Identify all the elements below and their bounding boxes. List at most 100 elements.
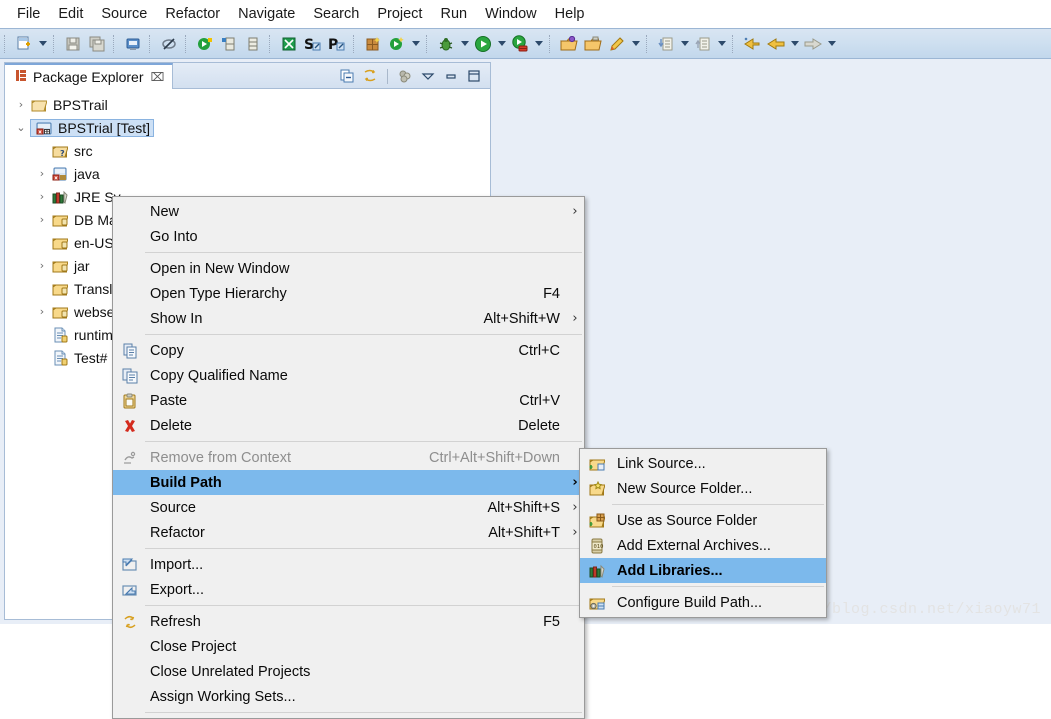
- mark-occurrences-icon[interactable]: [158, 33, 180, 55]
- chevron-down-icon[interactable]: [495, 34, 508, 54]
- tree-item[interactable]: › x java: [6, 162, 489, 185]
- tree-item[interactable]: ? src: [6, 139, 489, 162]
- class-icon[interactable]: [242, 33, 264, 55]
- menubar-item-search[interactable]: Search: [304, 4, 368, 24]
- close-icon[interactable]: ⌧: [151, 70, 165, 84]
- package-icon[interactable]: [218, 33, 240, 55]
- chevron-down-icon[interactable]: [458, 34, 471, 54]
- minimize-icon[interactable]: [441, 66, 461, 86]
- tree-expander-icon[interactable]: ›: [34, 213, 50, 226]
- chevron-down-icon[interactable]: [715, 34, 728, 54]
- chevron-down-icon[interactable]: [36, 34, 49, 54]
- menu-separator: [145, 252, 582, 253]
- menubar-item-source[interactable]: Source: [92, 4, 156, 24]
- submenu-item-configure-build-path[interactable]: Configure Build Path...: [580, 590, 826, 615]
- tree-item[interactable]: ⌄ x BPSTrial [Test]: [6, 116, 489, 139]
- menubar-item-help[interactable]: Help: [546, 4, 594, 24]
- chevron-down-icon[interactable]: [678, 34, 691, 54]
- menu-item-import[interactable]: Import...: [113, 552, 584, 577]
- menu-item-copy[interactable]: Copy Ctrl+C: [113, 338, 584, 363]
- copy-qualified-icon: [115, 368, 145, 384]
- menu-item-paste[interactable]: Paste Ctrl+V: [113, 388, 584, 413]
- submenu-item-add-libraries[interactable]: Add Libraries...: [580, 558, 826, 583]
- toolbar-separator: [387, 68, 388, 84]
- menubar-item-run[interactable]: Run: [431, 4, 476, 24]
- menu-separator: [612, 586, 824, 587]
- tree-expander-icon[interactable]: ›: [34, 259, 50, 272]
- forward-arrow-icon[interactable]: [802, 33, 824, 55]
- collapse-all-icon[interactable]: [337, 66, 357, 86]
- last-edit-icon[interactable]: [741, 33, 763, 55]
- chevron-down-icon[interactable]: [532, 34, 545, 54]
- next-annotation-icon[interactable]: [692, 33, 714, 55]
- tree-item-content: BPSTrail: [29, 97, 108, 113]
- menu-item-source[interactable]: Source Alt+Shift+S ›: [113, 495, 584, 520]
- menubar-item-edit[interactable]: Edit: [49, 4, 92, 24]
- menubar-item-project[interactable]: Project: [368, 4, 431, 24]
- menu-item-refresh[interactable]: Refresh F5: [113, 609, 584, 634]
- menu-item-open-type-hierarchy[interactable]: Open Type Hierarchy F4: [113, 281, 584, 306]
- search-p-icon[interactable]: P: [326, 33, 348, 55]
- tree-item[interactable]: › BPSTrail: [6, 93, 489, 116]
- build-path-submenu[interactable]: Link Source... New Source Folder... Use as…: [579, 448, 827, 618]
- print-icon[interactable]: [122, 33, 144, 55]
- menubar-item-navigate[interactable]: Navigate: [229, 4, 304, 24]
- menubar-item-refactor[interactable]: Refactor: [156, 4, 229, 24]
- chevron-down-icon[interactable]: [629, 34, 642, 54]
- tab-package-explorer[interactable]: Package Explorer ⌧: [5, 63, 174, 89]
- folder-icon: [50, 304, 70, 320]
- chevron-down-icon[interactable]: [788, 34, 801, 54]
- menu-item-export[interactable]: Export...: [113, 577, 584, 602]
- run-server-icon[interactable]: [509, 33, 531, 55]
- run-play-icon[interactable]: [472, 33, 494, 55]
- submenu-item-use-as-source-folder[interactable]: Use as Source Folder: [580, 508, 826, 533]
- menu-item-open-in-new-window[interactable]: Open in New Window: [113, 256, 584, 281]
- java-project-icon[interactable]: [194, 33, 216, 55]
- maximize-icon[interactable]: [464, 66, 484, 86]
- submenu-item-add-external-archives[interactable]: 010 Add External Archives...: [580, 533, 826, 558]
- view-menu-icon[interactable]: [395, 66, 415, 86]
- save-icon[interactable]: [62, 33, 84, 55]
- svg-text:?: ?: [60, 149, 65, 158]
- tree-expander-icon[interactable]: ›: [34, 190, 50, 203]
- submenu-item-link-source[interactable]: Link Source...: [580, 451, 826, 476]
- menubar-item-file[interactable]: File: [8, 4, 49, 24]
- refresh-green-icon[interactable]: [386, 33, 408, 55]
- folder-icon: [50, 212, 70, 228]
- tree-expander-icon[interactable]: ⌄: [13, 121, 29, 134]
- prev-annotation-icon[interactable]: [655, 33, 677, 55]
- tree-item-content: runtim: [50, 327, 113, 343]
- menu-item-assign-working-sets[interactable]: Assign Working Sets...: [113, 684, 584, 709]
- menu-item-close-unrelated-projects[interactable]: Close Unrelated Projects: [113, 659, 584, 684]
- menu-item-new[interactable]: New ›: [113, 199, 584, 224]
- chevron-down-icon[interactable]: [418, 66, 438, 86]
- menubar-item-window[interactable]: Window: [476, 4, 546, 24]
- package-error-icon: x: [50, 166, 70, 182]
- tree-expander-icon[interactable]: ›: [34, 305, 50, 318]
- menu-item-show-in[interactable]: Show In Alt+Shift+W ›: [113, 306, 584, 331]
- tree-expander-icon[interactable]: ›: [13, 98, 29, 111]
- menu-item-go-into[interactable]: Go Into: [113, 224, 584, 249]
- back-arrow-icon[interactable]: [765, 33, 787, 55]
- search-s-icon[interactable]: S: [302, 33, 324, 55]
- chevron-down-icon[interactable]: [825, 34, 838, 54]
- open-folder-icon[interactable]: [582, 33, 604, 55]
- debug-bug-icon[interactable]: [435, 33, 457, 55]
- link-with-editor-icon[interactable]: [360, 66, 380, 86]
- save-all-icon[interactable]: [86, 33, 108, 55]
- view-toolbar: [337, 65, 484, 87]
- chevron-down-icon[interactable]: [409, 34, 422, 54]
- tree-expander-icon[interactable]: ›: [34, 167, 50, 180]
- submenu-item-new-source-folder[interactable]: New Source Folder...: [580, 476, 826, 501]
- open-type-icon[interactable]: [558, 33, 580, 55]
- menu-item-copy-qualified-name[interactable]: Copy Qualified Name: [113, 363, 584, 388]
- menu-item-build-path[interactable]: Build Path ›: [113, 470, 584, 495]
- menu-item-delete[interactable]: Delete Delete: [113, 413, 584, 438]
- menu-item-refactor[interactable]: Refactor Alt+Shift+T ›: [113, 520, 584, 545]
- menu-item-close-project[interactable]: Close Project: [113, 634, 584, 659]
- new-file-icon[interactable]: [13, 33, 35, 55]
- plugin-icon[interactable]: [362, 33, 384, 55]
- pencil-icon[interactable]: [606, 33, 628, 55]
- context-menu[interactable]: New › Go Into Open in New Window Open Type H…: [112, 196, 585, 719]
- external-tools-icon[interactable]: [278, 33, 300, 55]
